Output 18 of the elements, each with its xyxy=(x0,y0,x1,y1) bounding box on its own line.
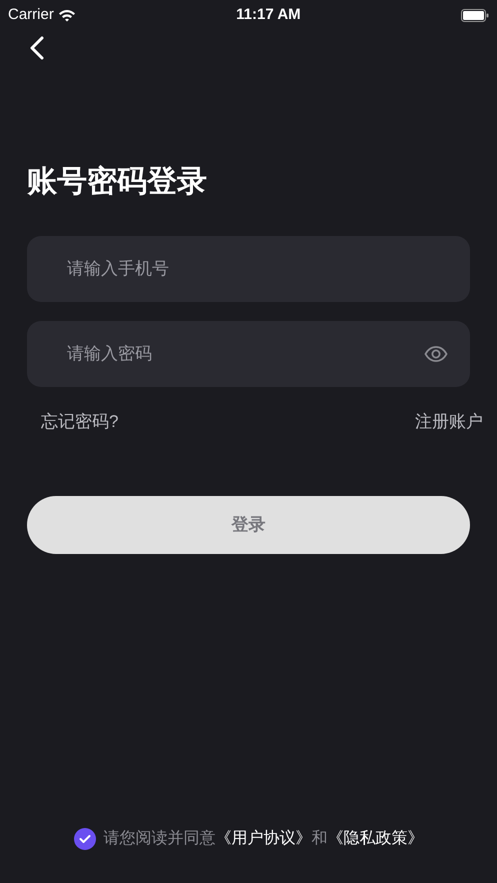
clock-time: 11:17 AM xyxy=(236,4,301,25)
wifi-icon xyxy=(58,8,76,22)
eye-icon[interactable] xyxy=(424,345,448,363)
forgot-password-link[interactable]: 忘记密码? xyxy=(41,409,118,434)
agreement-link[interactable]: 《隐私政策》 xyxy=(328,830,424,847)
agreement-checkbox[interactable] xyxy=(74,828,96,850)
agreement-link[interactable]: 《用户协议》 xyxy=(216,830,312,847)
input-field[interactable]: 请输入密码 xyxy=(27,321,470,387)
page-title: 账号密码登录 xyxy=(27,164,208,200)
check-icon xyxy=(78,834,90,844)
register-link[interactable]: 注册账户 xyxy=(415,409,483,434)
text-input[interactable]: 请输入手机号 xyxy=(65,255,448,283)
back-icon[interactable] xyxy=(29,36,45,60)
carrier-label: Carrier xyxy=(8,4,54,25)
text-input[interactable]: 请输入密码 xyxy=(65,340,424,368)
input-field[interactable]: 请输入手机号 xyxy=(27,236,470,302)
battery-icon xyxy=(460,8,489,22)
agreement-text: 请您阅读并同意《用户协议》和《隐私政策》 xyxy=(104,828,424,849)
